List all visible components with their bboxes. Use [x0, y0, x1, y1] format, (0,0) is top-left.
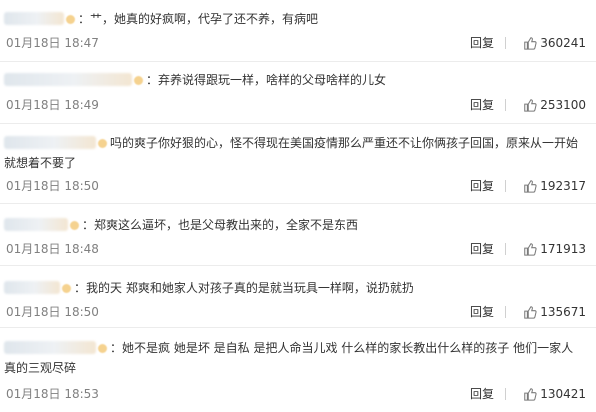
comment-text: 郑爽这么逼坏，也是父母教出来的，全家不是东西 — [94, 218, 359, 232]
comment-timestamp: 01月18日 18:47 — [6, 36, 99, 50]
reply-button[interactable]: 回复 — [470, 34, 494, 52]
thumbs-up-icon — [524, 99, 537, 112]
username-redacted[interactable] — [4, 73, 132, 86]
username-redacted[interactable] — [4, 136, 96, 149]
comment-timestamp: 01月18日 18:53 — [6, 387, 99, 401]
comment-item: ：她不是疯 她是坏 是自私 是把人命当儿戏 什么样的家长教出什么样的孩子 他们一… — [0, 328, 596, 412]
comment-timestamp: 01月18日 18:48 — [6, 242, 99, 256]
user-badge-icon — [98, 344, 107, 353]
username-redacted[interactable] — [4, 281, 60, 294]
like-button[interactable]: 192317 — [523, 177, 586, 195]
comment-timestamp: 01月18日 18:50 — [6, 305, 99, 319]
comment-separator: ： — [146, 73, 159, 87]
user-badge-icon — [70, 221, 79, 230]
like-button[interactable]: 171913 — [523, 240, 586, 258]
username-redacted[interactable] — [4, 218, 68, 231]
comment-item: ：我的天 郑爽和她家人对孩子真的是就当玩具一样啊，说扔就扔 01月18日 18:… — [0, 266, 596, 328]
comment-text: 艹，她真的好疯啊，代孕了还不养，有病吧 — [90, 12, 319, 26]
comment-item: 吗的爽子你好狠的心，怪不得现在美国疫情那么严重还不让你俩孩子回国，原来从一开始就… — [0, 124, 596, 204]
thumbs-up-icon — [524, 37, 537, 50]
reply-button[interactable]: 回复 — [470, 96, 494, 114]
like-button[interactable]: 135671 — [523, 303, 586, 321]
comment-timestamp: 01月18日 18:50 — [6, 179, 99, 193]
username-redacted[interactable] — [4, 341, 96, 354]
comment-text: 弃养说得跟玩一样，啥样的父母啥样的儿女 — [158, 73, 387, 87]
comment-timestamp: 01月18日 18:49 — [6, 98, 99, 112]
divider — [505, 306, 506, 318]
like-count: 253100 — [540, 98, 586, 112]
thumbs-up-icon — [524, 243, 537, 256]
like-button[interactable]: 130421 — [523, 385, 586, 403]
comment-separator: ： — [74, 281, 87, 295]
like-count: 135671 — [540, 305, 586, 319]
divider — [505, 243, 506, 255]
comment-item: ：弃养说得跟玩一样，啥样的父母啥样的儿女 01月18日 18:49 回复 253… — [0, 62, 596, 124]
like-button[interactable]: 253100 — [523, 96, 586, 114]
divider — [505, 99, 506, 111]
reply-button[interactable]: 回复 — [470, 177, 494, 195]
comment-item: ：艹，她真的好疯啊，代孕了还不养，有病吧 01月18日 18:47 回复 360… — [0, 0, 596, 62]
reply-button[interactable]: 回复 — [470, 303, 494, 321]
thumbs-up-icon — [524, 388, 537, 401]
thumbs-up-icon — [524, 306, 537, 319]
thumbs-up-icon — [524, 180, 537, 193]
comment-item: ：郑爽这么逼坏，也是父母教出来的，全家不是东西 01月18日 18:48 回复 … — [0, 204, 596, 266]
user-badge-icon — [62, 284, 71, 293]
like-count: 360241 — [540, 36, 586, 50]
divider — [505, 388, 506, 400]
like-count: 192317 — [540, 179, 586, 193]
comment-text: 我的天 郑爽和她家人对孩子真的是就当玩具一样啊，说扔就扔 — [86, 281, 414, 295]
comment-separator: ： — [82, 218, 95, 232]
divider — [505, 37, 506, 49]
comment-separator: ： — [110, 341, 123, 355]
like-count: 171913 — [540, 242, 586, 256]
username-redacted[interactable] — [4, 12, 64, 25]
like-count: 130421 — [540, 387, 586, 401]
reply-button[interactable]: 回复 — [470, 385, 494, 403]
comment-list: ：艹，她真的好疯啊，代孕了还不养，有病吧 01月18日 18:47 回复 360… — [0, 0, 596, 412]
comment-separator: ： — [78, 12, 91, 26]
divider — [505, 180, 506, 192]
like-button[interactable]: 360241 — [523, 34, 586, 52]
user-badge-icon — [98, 139, 107, 148]
user-badge-icon — [134, 76, 143, 85]
reply-button[interactable]: 回复 — [470, 240, 494, 258]
user-badge-icon — [66, 15, 75, 24]
